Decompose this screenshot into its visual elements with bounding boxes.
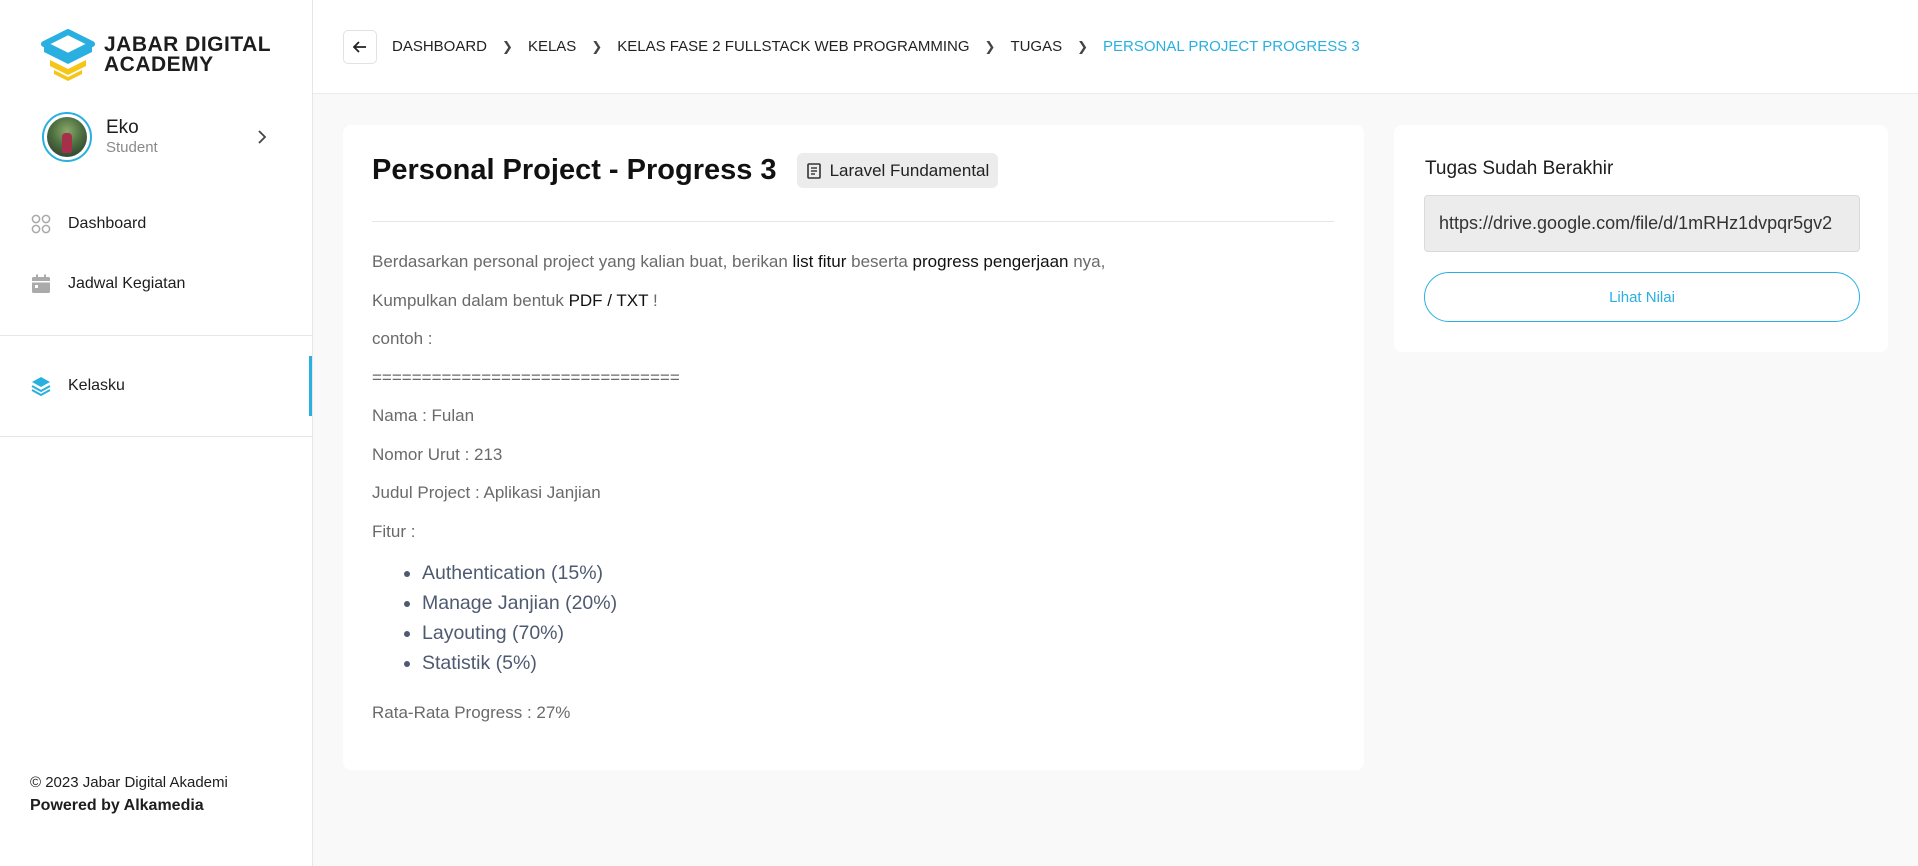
chevron-right-icon: ❯ bbox=[502, 38, 513, 54]
list-item: Manage Janjian (20%) bbox=[422, 588, 1332, 618]
separator-line: =============================== bbox=[372, 367, 680, 387]
sidebar-item-kelasku[interactable]: Kelasku bbox=[0, 366, 313, 406]
module-tag-label: Laravel Fundamental bbox=[829, 160, 990, 180]
sidebar-item-label: Jadwal Kegiatan bbox=[68, 275, 186, 292]
chevron-right-icon: ❯ bbox=[1077, 38, 1089, 54]
topbar: DASHBOARD ❯ KELAS ❯ KELAS FASE 2 FULLSTA… bbox=[313, 0, 1918, 94]
copyright: © 2023 Jabar Digital Akademi bbox=[30, 774, 228, 791]
user-name: Eko bbox=[106, 117, 139, 138]
lihat-nilai-button[interactable]: Lihat Nilai bbox=[1424, 272, 1860, 322]
title-divider bbox=[372, 221, 1334, 222]
sidebar: JABAR DIGITAL ACADEMY Eko Student Dashbo… bbox=[0, 0, 313, 866]
breadcrumb-dashboard[interactable]: DASHBOARD bbox=[392, 38, 487, 55]
page-title: Personal Project - Progress 3 bbox=[372, 154, 777, 186]
submission-status: Tugas Sudah Berakhir bbox=[1425, 158, 1614, 179]
list-item: Authentication (15%) bbox=[422, 558, 1332, 588]
breadcrumb-tugas[interactable]: TUGAS bbox=[1010, 38, 1062, 55]
fitur-label: Fitur : bbox=[372, 521, 416, 541]
chevron-right-icon: ❯ bbox=[591, 38, 603, 54]
breadcrumb-kelas[interactable]: KELAS bbox=[528, 38, 576, 55]
breadcrumb-current: PERSONAL PROJECT PROGRESS 3 bbox=[1103, 38, 1360, 55]
brand-line2: ACADEMY bbox=[104, 53, 214, 76]
list-item: Layouting (70%) bbox=[422, 618, 1332, 648]
active-indicator bbox=[309, 356, 312, 416]
document-icon bbox=[806, 162, 821, 179]
arrow-left-icon bbox=[353, 40, 366, 53]
task-description: Berdasarkan personal project yang kalian… bbox=[372, 250, 1332, 678]
brand-line1: JABAR DIGITAL bbox=[104, 33, 272, 56]
submission-card: Tugas Sudah Berakhir https://drive.googl… bbox=[1394, 125, 1888, 352]
sidebar-item-label: Dashboard bbox=[68, 215, 147, 232]
sidebar-item-label: Kelasku bbox=[68, 377, 125, 394]
user-role: Student bbox=[106, 139, 158, 156]
submission-link-field[interactable]: https://drive.google.com/file/d/1mRHz1dv… bbox=[1424, 195, 1860, 252]
user-profile[interactable]: Eko Student bbox=[42, 111, 272, 163]
example-judul: Judul Project : Aplikasi Janjian bbox=[372, 483, 601, 502]
module-tag: Laravel Fundamental bbox=[796, 153, 999, 188]
example-label: contoh : bbox=[372, 329, 433, 348]
sidebar-divider bbox=[0, 335, 313, 336]
fitur-list: Authentication (15%) Manage Janjian (20%… bbox=[422, 558, 1332, 678]
calendar-icon bbox=[30, 273, 52, 295]
chevron-right-icon: ❯ bbox=[984, 38, 996, 54]
example-nama: Nama : Fulan bbox=[372, 406, 475, 425]
logo[interactable]: JABAR DIGITAL ACADEMY bbox=[40, 28, 271, 82]
avatar bbox=[42, 112, 92, 162]
task-card: Personal Project - Progress 3 Laravel Fu… bbox=[343, 125, 1364, 770]
chevron-right-icon[interactable] bbox=[252, 127, 272, 147]
average-progress: Rata-Rata Progress : 27% bbox=[372, 703, 571, 722]
brand-name: JABAR DIGITAL ACADEMY bbox=[104, 33, 272, 76]
sidebar-footer: © 2023 Jabar Digital Akademi Powered by … bbox=[30, 774, 228, 815]
powered-by: Powered by Alkamedia bbox=[30, 797, 204, 814]
sidebar-item-dashboard[interactable]: Dashboard bbox=[0, 204, 313, 244]
layers-icon bbox=[30, 375, 52, 397]
back-button[interactable] bbox=[343, 29, 377, 64]
breadcrumb: DASHBOARD ❯ KELAS ❯ KELAS FASE 2 FULLSTA… bbox=[392, 38, 1360, 55]
sidebar-divider bbox=[0, 436, 313, 437]
instruction-line-1: Berdasarkan personal project yang kalian… bbox=[372, 252, 1106, 271]
breadcrumb-kelas-fase[interactable]: KELAS FASE 2 FULLSTACK WEB PROGRAMMING bbox=[617, 38, 969, 55]
grid-icon bbox=[30, 213, 52, 235]
example-nomor: Nomor Urut : 213 bbox=[372, 444, 503, 464]
sidebar-item-jadwal[interactable]: Jadwal Kegiatan bbox=[0, 264, 313, 304]
academy-logo-icon bbox=[41, 29, 95, 81]
list-item: Statistik (5%) bbox=[422, 648, 1332, 678]
instruction-line-2: Kumpulkan dalam bentuk PDF / TXT ! bbox=[372, 290, 658, 310]
